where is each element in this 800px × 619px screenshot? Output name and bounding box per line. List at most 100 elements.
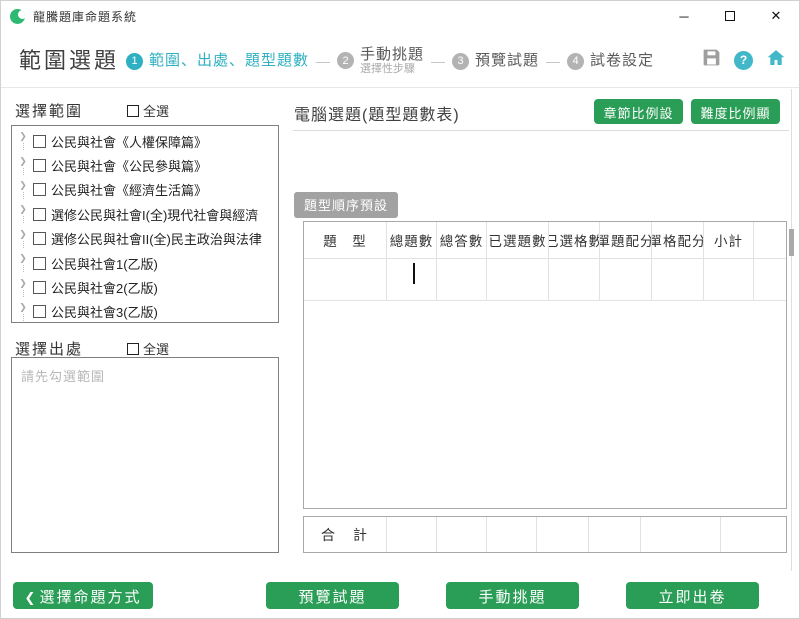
range-tree: ❯ 公民與社會《人權保障篇》 ❯ 公民與社會《公民參與篇》 ❯ 公民與社會《經濟…: [11, 125, 279, 323]
cell-selected-blanks[interactable]: [549, 259, 600, 301]
tree-item[interactable]: ❯ 公民與社會《人權保障篇》: [12, 129, 278, 153]
right-panel-divider: [293, 130, 789, 131]
step-2-circle: 2: [337, 52, 354, 69]
tree-item-checkbox[interactable]: [33, 257, 46, 270]
page-title: 範圍選題: [19, 43, 119, 75]
total-label: 合 計: [304, 517, 387, 552]
close-icon: ✕: [771, 8, 782, 24]
tree-item-checkbox[interactable]: [33, 305, 46, 318]
text-caret: [413, 263, 415, 284]
expand-chevron-icon[interactable]: ❯: [15, 181, 31, 199]
tree-item-checkbox[interactable]: [33, 183, 46, 196]
header-divider: [1, 87, 799, 88]
app-logo-icon: [10, 9, 25, 24]
col-header-total-questions: 總題數: [387, 222, 437, 259]
home-icon[interactable]: [765, 47, 787, 73]
minimize-icon: ─: [679, 9, 688, 24]
help-icon[interactable]: ?: [734, 51, 753, 70]
tree-item-checkbox[interactable]: [33, 208, 46, 221]
close-button[interactable]: ✕: [753, 1, 799, 31]
expand-chevron-icon[interactable]: ❯: [15, 254, 31, 272]
manual-pick-button[interactable]: 手動挑題: [446, 582, 579, 609]
tree-item[interactable]: ❯ 公民與社會《經濟生活篇》: [12, 178, 278, 202]
app-title: 龍騰題庫命題系統: [33, 8, 137, 25]
tree-item-checkbox[interactable]: [33, 135, 46, 148]
tree-item[interactable]: ❯ 選修公民與社會I(全)現代社會與經濟: [12, 202, 278, 226]
tree-item-label: 公民與社會2(乙版): [51, 278, 158, 297]
step-3-preview[interactable]: 3 預覽試題: [452, 52, 539, 69]
save-icon[interactable]: [701, 47, 722, 73]
expand-chevron-icon[interactable]: ❯: [15, 303, 31, 321]
cell-empty[interactable]: [754, 259, 786, 301]
cell-total-answers[interactable]: [437, 259, 487, 301]
col-header-selected-blanks: 已選格數: [549, 222, 600, 259]
tree-item[interactable]: ❯ 公民與社會《公民參與篇》: [12, 153, 278, 177]
cell-total-questions[interactable]: [387, 259, 437, 301]
minimize-button[interactable]: ─: [661, 1, 707, 31]
col-header-question-type: 題 型: [304, 222, 387, 259]
range-section-header: 選擇範圍 全選: [15, 100, 279, 121]
range-select-all-checkbox[interactable]: [127, 105, 139, 117]
totals-row: 合 計: [303, 516, 787, 553]
tree-item-checkbox[interactable]: [33, 159, 46, 172]
tree-item[interactable]: ❯ 選修公民與社會II(全)民主政治與法律: [12, 227, 278, 251]
source-section-header: 選擇出處 全選: [15, 338, 279, 359]
tree-item-label: 公民與社會《經濟生活篇》: [51, 180, 207, 199]
source-select-all-label: 全選: [143, 339, 169, 358]
preview-questions-button[interactable]: 預覽試題: [266, 582, 399, 609]
expand-chevron-icon[interactable]: ❯: [15, 157, 31, 175]
tree-item[interactable]: ❯ 公民與社會3(乙版): [12, 300, 278, 324]
difficulty-ratio-button[interactable]: 難度比例顯示: [691, 99, 780, 124]
step-4-circle: 4: [567, 53, 584, 70]
tree-item-label: 公民與社會《人權保障篇》: [51, 132, 207, 151]
tree-item-checkbox[interactable]: [33, 232, 46, 245]
header-action-icons: ?: [701, 47, 787, 73]
maximize-icon: [725, 11, 735, 21]
cell-question-type[interactable]: [304, 259, 387, 301]
vertical-scrollbar-track[interactable]: [791, 89, 792, 571]
titlebar: 龍騰題庫命題系統 ─ ✕: [1, 1, 799, 31]
source-select-all-checkbox[interactable]: [127, 343, 139, 355]
step-4-paper-settings[interactable]: 4 試卷設定: [567, 52, 654, 69]
tree-item-label: 公民與社會3(乙版): [51, 302, 158, 321]
step-3-label: 預覽試題: [475, 52, 539, 69]
col-header-points-per-blank: 單格配分: [652, 222, 704, 259]
expand-chevron-icon[interactable]: ❯: [15, 230, 31, 248]
cell-subtotal[interactable]: [704, 259, 754, 301]
expand-chevron-icon[interactable]: ❯: [15, 279, 31, 297]
tree-item[interactable]: ❯ 公民與社會2(乙版): [12, 275, 278, 299]
cell-selected-questions[interactable]: [487, 259, 549, 301]
col-header-selected-questions: 已選題數: [487, 222, 549, 259]
generate-paper-button[interactable]: 立即出卷: [626, 582, 759, 609]
step-1-range[interactable]: 1 範圍、出處、題型題數: [126, 52, 309, 69]
source-placeholder: 請先勾選範圍: [21, 366, 278, 385]
maximize-button[interactable]: [707, 1, 753, 31]
cell-points-per-question[interactable]: [600, 259, 652, 301]
total-cell: [487, 517, 537, 552]
range-select-all[interactable]: 全選: [127, 101, 169, 120]
tree-item-checkbox[interactable]: [33, 281, 46, 294]
tree-item-label: 選修公民與社會II(全)民主政治與法律: [51, 229, 262, 248]
total-cell: [537, 517, 589, 552]
choose-method-back-button[interactable]: ❮選擇命題方式: [13, 582, 153, 609]
total-cell: [387, 517, 437, 552]
range-section-title: 選擇範圍: [15, 100, 83, 121]
col-header-empty: [754, 222, 786, 259]
step-2-label: 手動挑題: [360, 46, 424, 63]
tree-item[interactable]: ❯ 公民與社會1(乙版): [12, 251, 278, 275]
question-order-badge[interactable]: 題型順序預設: [294, 192, 398, 218]
header: 範圍選題 1 範圍、出處、題型題數 — 2 手動挑題 選擇性步驟 — 3 預覽試…: [1, 37, 799, 85]
source-select-all[interactable]: 全選: [127, 339, 169, 358]
tree-item-label: 公民與社會《公民參與篇》: [51, 156, 207, 175]
chapter-ratio-button[interactable]: 章節比例設定: [594, 99, 683, 124]
vertical-scrollbar-thumb[interactable]: [789, 229, 794, 256]
cell-points-per-blank[interactable]: [652, 259, 704, 301]
expand-chevron-icon[interactable]: ❯: [15, 132, 31, 150]
app-window: 龍騰題庫命題系統 ─ ✕ 範圍選題 1 範圍、出處、題型題數 — 2 手動挑題 …: [0, 0, 800, 619]
expand-chevron-icon[interactable]: ❯: [15, 205, 31, 223]
total-cell: [721, 517, 786, 552]
wizard-steps: 1 範圍、出處、題型題數 — 2 手動挑題 選擇性步驟 — 3 預覽試題 — 4…: [126, 37, 654, 85]
step-2-manual-pick[interactable]: 2 手動挑題 選擇性步驟: [337, 46, 424, 76]
back-chevron-icon: ❮: [25, 590, 36, 605]
col-header-points-per-question: 單題配分: [600, 222, 652, 259]
